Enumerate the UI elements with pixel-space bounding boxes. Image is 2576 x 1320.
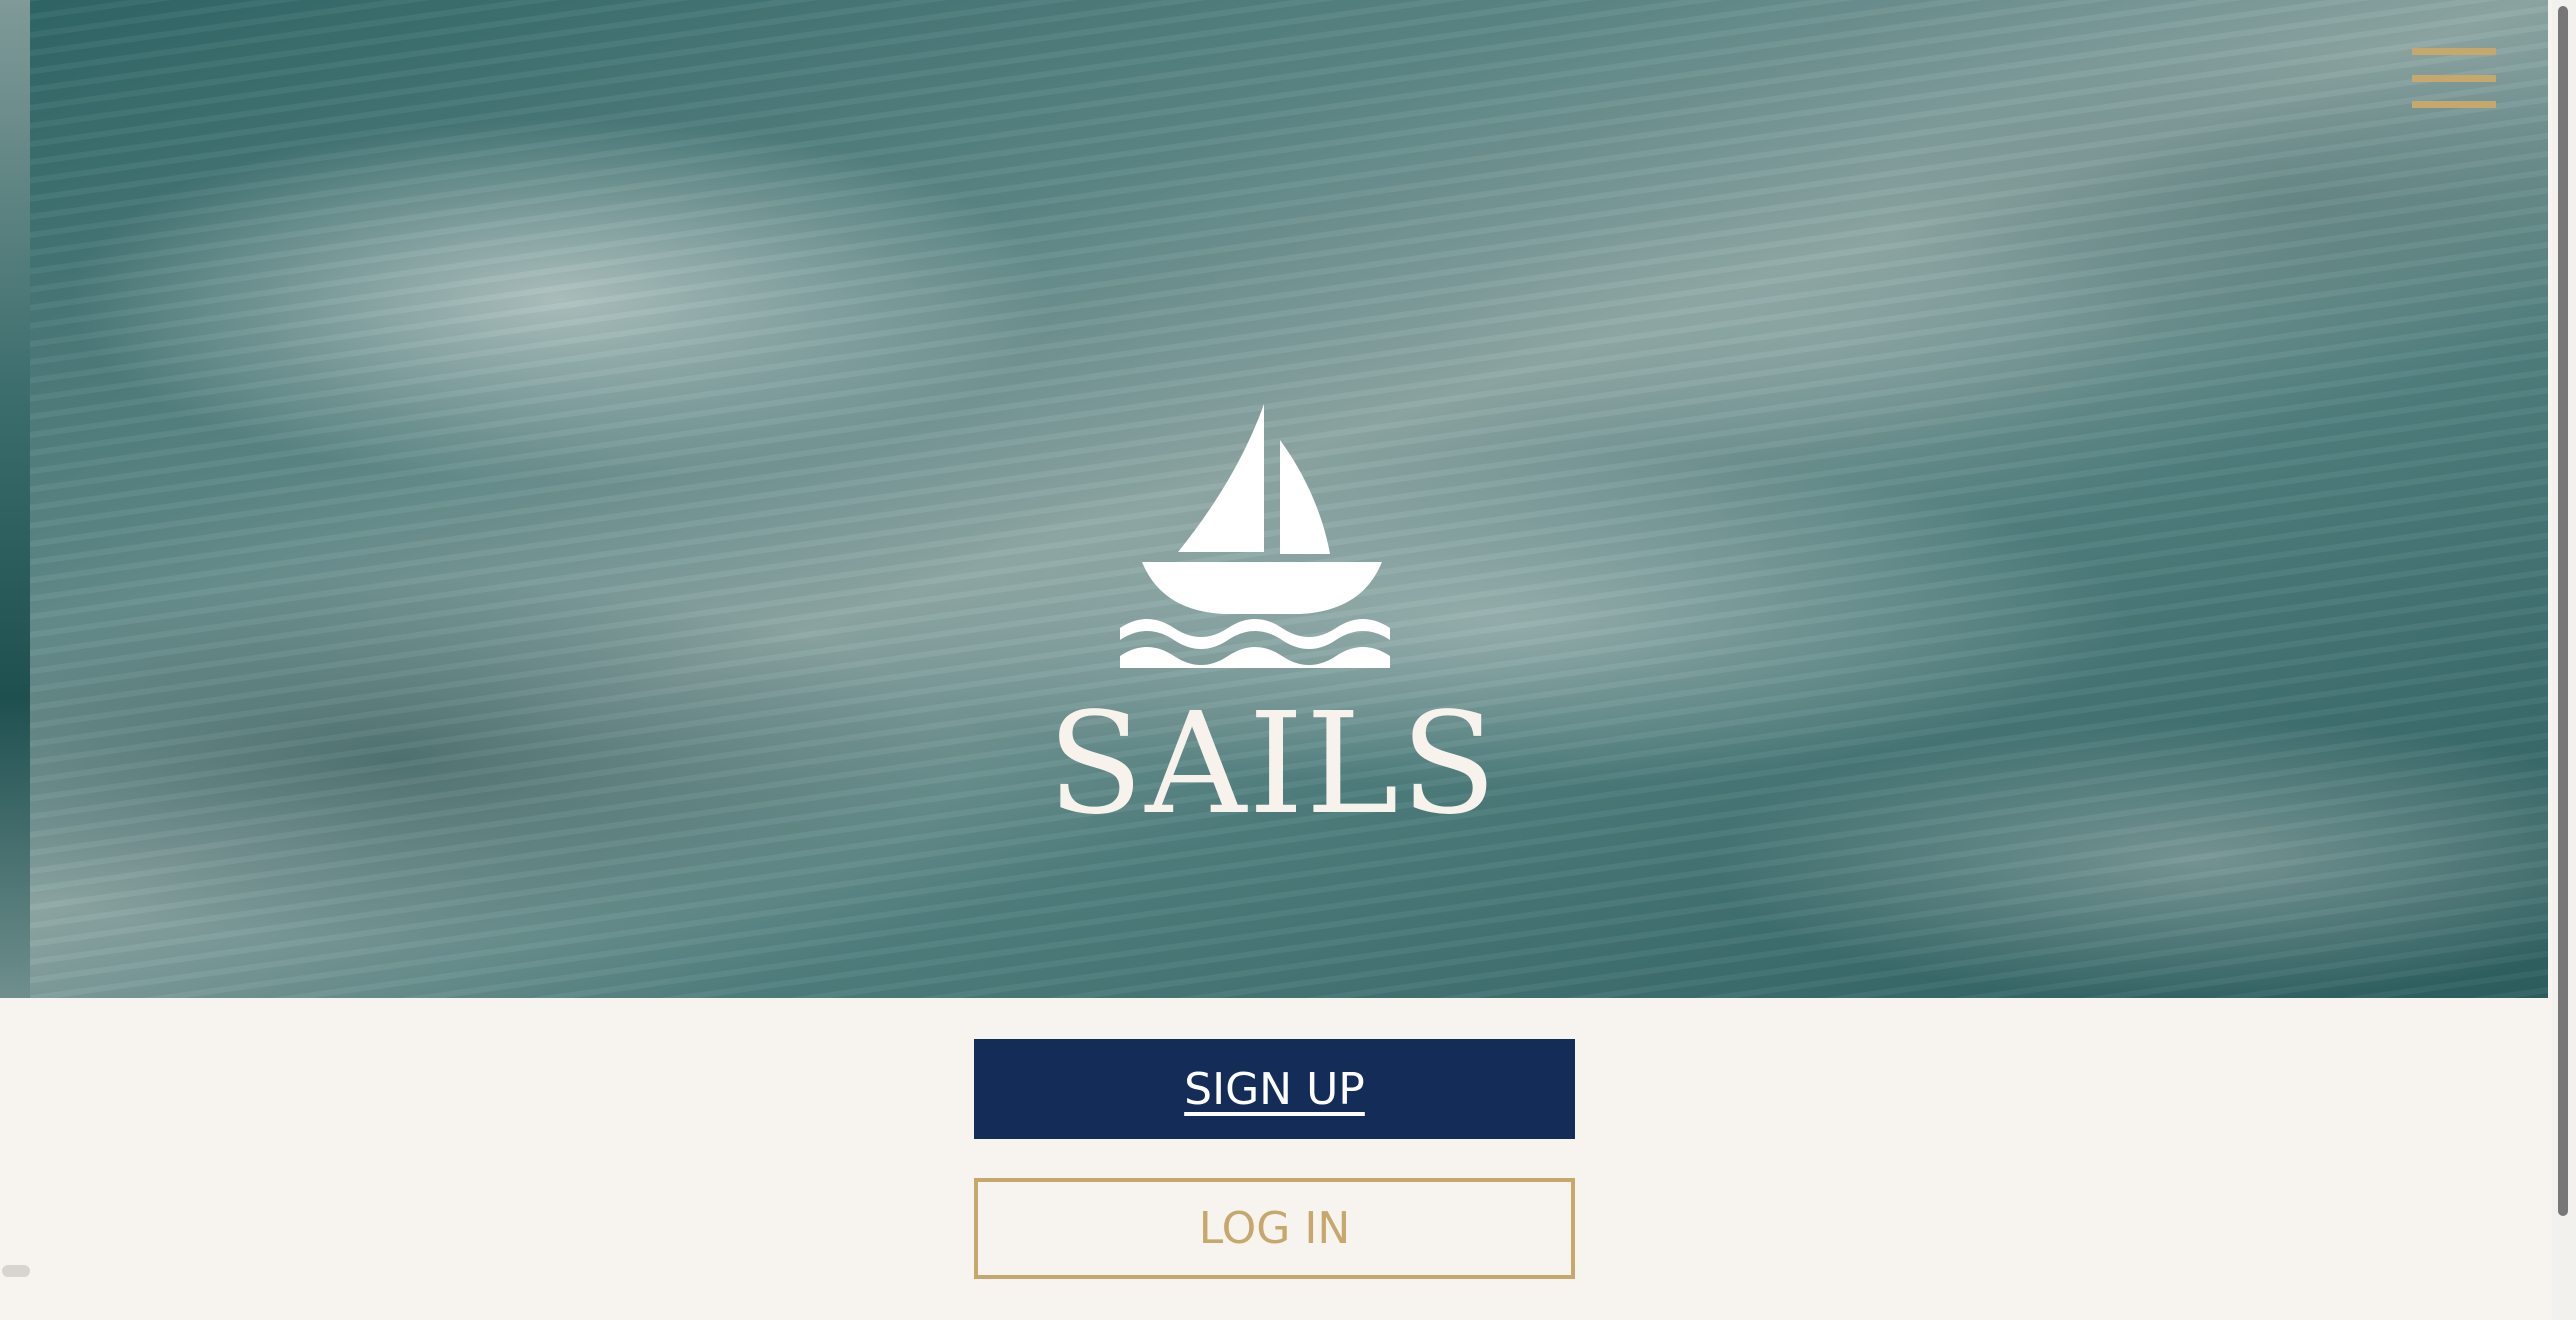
- vertical-scrollbar[interactable]: [2552, 0, 2576, 1320]
- scrollbar-thumb[interactable]: [2558, 6, 2568, 1216]
- landing-page: SAILS SIGN UP LOG IN: [0, 0, 2576, 1320]
- menu-line: [2412, 74, 2496, 82]
- menu-line: [2412, 101, 2496, 108]
- menu-line: [2412, 48, 2496, 55]
- sailboat-on-waves-icon: [1120, 400, 1420, 670]
- brand-name: SAILS: [1047, 683, 1499, 846]
- log-in-button[interactable]: LOG IN: [974, 1178, 1575, 1279]
- sign-up-button[interactable]: SIGN UP: [974, 1039, 1575, 1139]
- hero-left-edge: [0, 0, 30, 998]
- hero-ocean-background: SAILS: [0, 0, 2548, 998]
- horizontal-scroll-indicator[interactable]: [2, 1265, 30, 1277]
- hamburger-menu-icon[interactable]: [2412, 48, 2496, 108]
